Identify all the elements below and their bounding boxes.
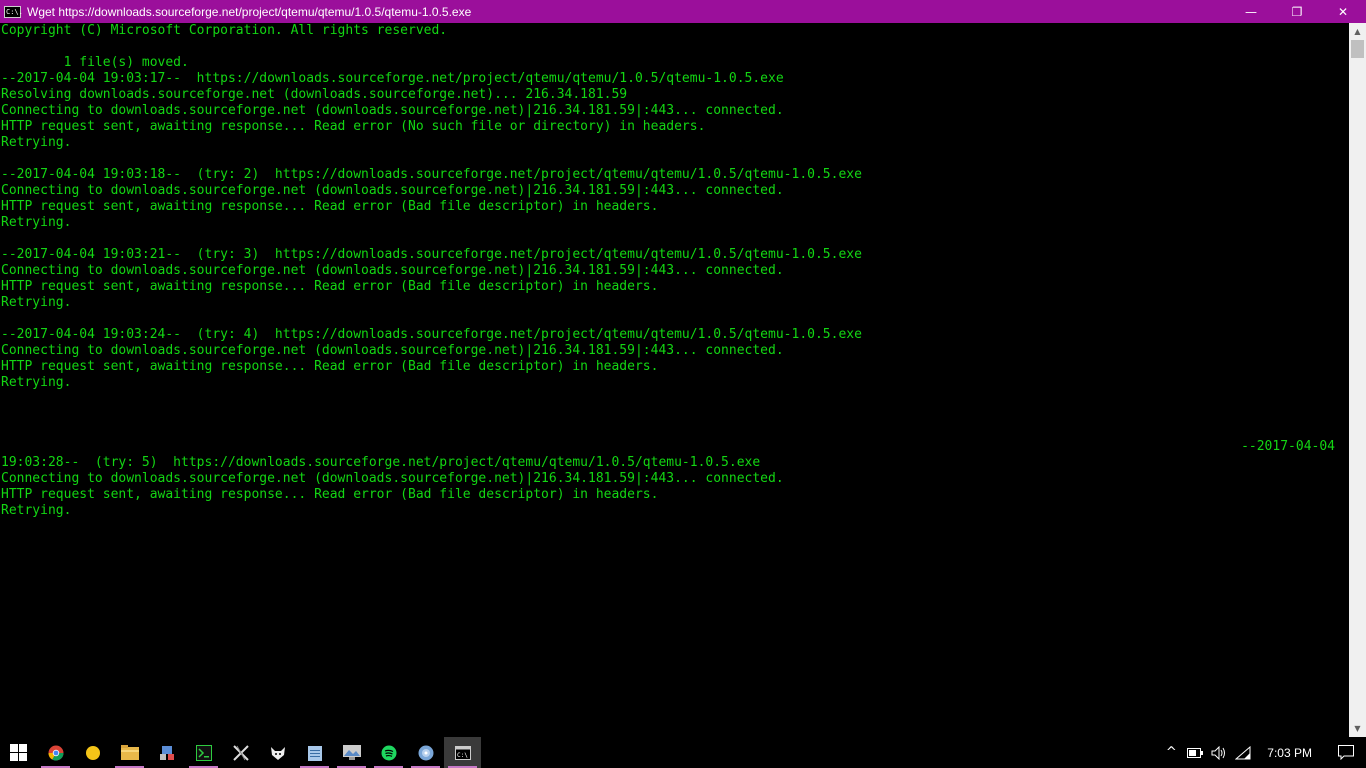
taskbar-apps: C:\ [37, 737, 481, 768]
disc-icon [418, 745, 433, 760]
photos-icon [342, 745, 361, 760]
battery-icon[interactable] [1183, 737, 1207, 768]
console-line: Retrying. [1, 295, 72, 310]
wifi-glyph [1235, 745, 1251, 759]
console-line-wrapped: --2017-04-04 [1241, 439, 1335, 454]
taskbar-chrome[interactable] [37, 737, 74, 768]
show-hidden-icons-chevron-icon[interactable]: ^ [1159, 737, 1183, 768]
close-button[interactable]: ✕ [1320, 0, 1366, 23]
console-line: Connecting to downloads.sourceforge.net … [1, 183, 784, 198]
scroll-down-arrow-icon[interactable]: ▼ [1349, 720, 1366, 737]
scrollbar-thumb[interactable] [1351, 40, 1364, 58]
window-title: Wget https://downloads.sourceforge.net/p… [27, 4, 472, 19]
cmd-app-icon: C:\. [4, 5, 23, 18]
taskbar: C:\ ^ 7:03 PM [0, 737, 1366, 768]
console-line: --2017-04-04 19:03:18-- (try: 2) https:/… [1, 167, 862, 182]
console-line: HTTP request sent, awaiting response... … [1, 487, 659, 502]
notepad-icon [307, 745, 322, 761]
cmd-icon: C:\ [454, 745, 471, 760]
taskbar-notepad[interactable] [296, 737, 333, 768]
console-line: Connecting to downloads.sourceforge.net … [1, 343, 784, 358]
x-tool-icon [232, 744, 249, 761]
speaker-glyph [1211, 745, 1226, 760]
console-line: 1 file(s) moved. [1, 55, 189, 70]
console-line: Connecting to downloads.sourceforge.net … [1, 263, 784, 278]
taskbar-terminal-app[interactable] [185, 737, 222, 768]
console-line: Retrying. [1, 503, 72, 518]
volume-icon[interactable] [1207, 737, 1231, 768]
console-line: Resolving downloads.sourceforge.net (dow… [1, 87, 628, 102]
chrome-icon [47, 745, 64, 761]
scroll-up-arrow-icon[interactable]: ▲ [1349, 23, 1366, 40]
console-line: 19:03:28-- (try: 5) https://downloads.so… [1, 455, 761, 470]
minimize-button[interactable]: — [1228, 0, 1274, 23]
vertical-scrollbar[interactable]: ▲ ▼ [1349, 23, 1366, 737]
wifi-icon[interactable] [1231, 737, 1255, 768]
taskbar-clock[interactable]: 7:03 PM [1267, 746, 1312, 760]
system-tray: ^ 7:03 PM [1159, 737, 1366, 768]
fox-icon [270, 746, 285, 760]
console-line: HTTP request sent, awaiting response... … [1, 279, 659, 294]
console-line: --2017-04-04 19:03:24-- (try: 4) https:/… [1, 327, 862, 342]
taskbar-photos[interactable] [333, 737, 370, 768]
console-line: HTTP request sent, awaiting response... … [1, 359, 659, 374]
console-line: --2017-04-04 19:03:17-- https://download… [1, 71, 784, 86]
svg-text:C:\: C:\ [457, 752, 468, 759]
file-explorer-icon [120, 745, 139, 760]
terminal-app-icon [195, 744, 212, 761]
taskbar-disc[interactable] [407, 737, 444, 768]
action-center-button[interactable] [1326, 737, 1366, 768]
console-line: --2017-04-04 19:03:21-- (try: 3) https:/… [1, 247, 862, 262]
console-line: HTTP request sent, awaiting response... … [1, 119, 706, 134]
taskbar-x-tool[interactable] [222, 737, 259, 768]
battery-glyph [1187, 747, 1204, 758]
console-line: Copyright (C) Microsoft Corporation. All… [1, 23, 448, 38]
notification-icon [1338, 745, 1354, 760]
taskbar-fox[interactable] [259, 737, 296, 768]
network-tool-icon [159, 745, 174, 760]
windows-logo-icon [10, 744, 27, 761]
spotify-icon [381, 745, 396, 760]
console-line: Retrying. [1, 375, 72, 390]
window-title-bar[interactable]: C:\. Wget https://downloads.sourceforge.… [0, 0, 1366, 23]
sticky-notes-icon [85, 745, 100, 760]
taskbar-spotify[interactable] [370, 737, 407, 768]
console-line: Retrying. [1, 135, 72, 150]
window-controls: — ❐ ✕ [1228, 0, 1366, 23]
maximize-button[interactable]: ❐ [1274, 0, 1320, 23]
console-line: Retrying. [1, 215, 72, 230]
console-line: HTTP request sent, awaiting response... … [1, 199, 659, 214]
taskbar-cmd[interactable]: C:\ [444, 737, 481, 768]
taskbar-file-explorer[interactable] [111, 737, 148, 768]
console-line: Connecting to downloads.sourceforge.net … [1, 103, 784, 118]
taskbar-sticky-notes[interactable] [74, 737, 111, 768]
console-line: Connecting to downloads.sourceforge.net … [1, 471, 784, 486]
start-button[interactable] [0, 737, 37, 768]
taskbar-network-tool[interactable] [148, 737, 185, 768]
console-output[interactable]: Copyright (C) Microsoft Corporation. All… [0, 23, 1349, 737]
